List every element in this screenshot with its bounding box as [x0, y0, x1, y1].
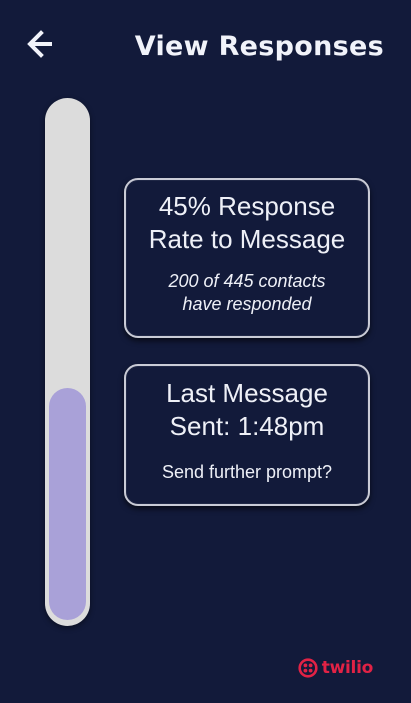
twilio-logo: twilio [298, 658, 373, 678]
response-rate-headline-line2: Rate to Message [148, 224, 346, 254]
response-rate-card: 45% Response Rate to Message 200 of 445 … [124, 178, 370, 338]
response-rate-headline-line1: 45% Response [158, 191, 336, 221]
send-further-prompt-link[interactable]: Send further prompt? [162, 461, 332, 483]
last-message-headline: Last Message Sent: 1:48pm [126, 366, 368, 443]
page-title: View Responses [134, 31, 384, 62]
response-count-detail: 200 of 445 contacts have responded [126, 270, 368, 316]
response-rate-headline: 45% Response Rate to Message [126, 180, 368, 256]
response-progress-fill [49, 388, 86, 620]
twilio-logo-icon [298, 658, 318, 678]
response-count-line2: have responded [182, 294, 312, 314]
back-button[interactable] [24, 28, 56, 60]
response-count-line1: 200 of 445 contacts [168, 271, 326, 291]
twilio-logo-text: twilio [321, 658, 374, 678]
last-message-headline-line2: Sent: 1:48pm [169, 411, 325, 441]
last-message-card: Last Message Sent: 1:48pm Send further p… [124, 364, 370, 506]
arrow-left-icon [27, 30, 52, 58]
last-message-headline-line1: Last Message [166, 378, 328, 408]
response-progress-bar [45, 98, 90, 626]
